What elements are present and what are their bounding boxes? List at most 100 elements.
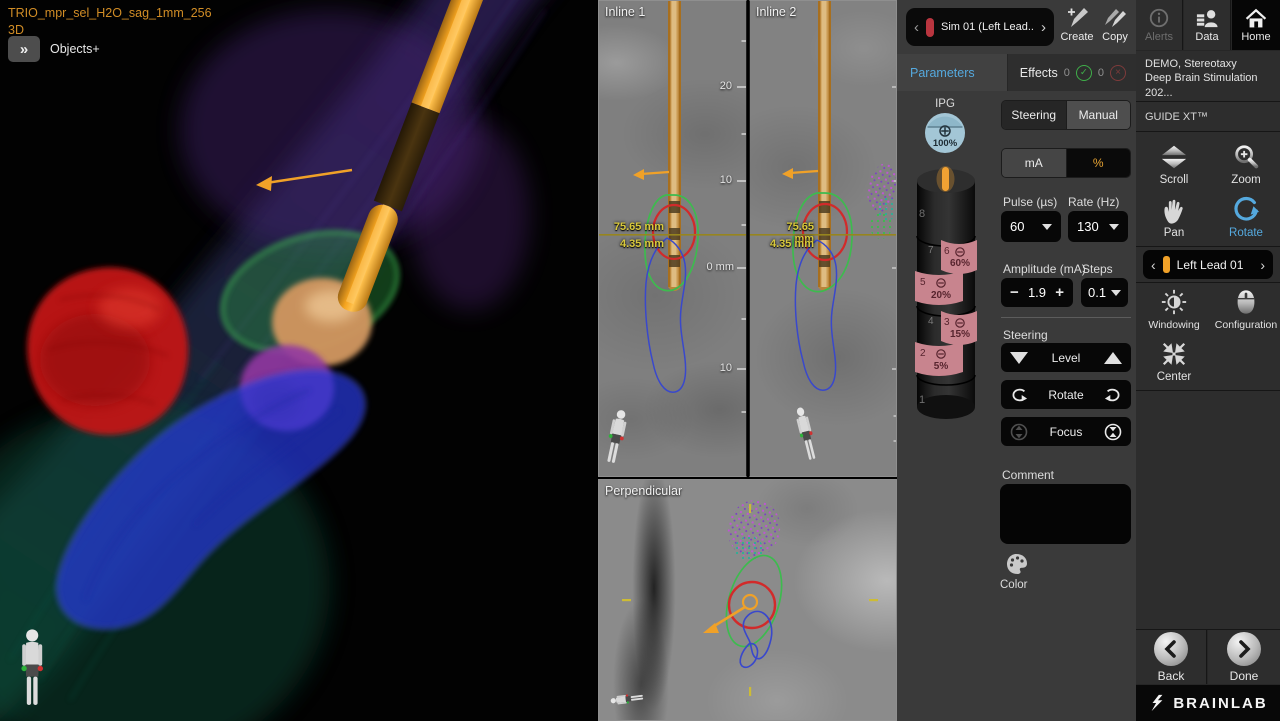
divider [1001,317,1131,318]
ipg-battery-icon[interactable]: 100% [923,111,967,155]
patient-name: DEMO, Stereotaxy [1145,57,1271,71]
done-button[interactable]: Done [1208,630,1280,684]
objects-expand-button[interactable]: » [8,36,40,62]
home-icon [1244,7,1268,29]
sim-next-icon[interactable]: › [1041,19,1046,36]
svg-text:7: 7 [928,245,934,256]
objects-label: Objects+ [50,42,100,56]
amplitude-decrease-button[interactable]: − [1010,284,1019,301]
tool-windowing[interactable]: Windowing [1138,288,1210,331]
color-palette-icon[interactable] [1005,553,1029,575]
rate-label: Rate (Hz) [1068,195,1119,209]
amplitude-increase-button[interactable]: + [1055,284,1064,301]
brainlab-flash-icon [1148,694,1166,712]
navigation-sidebar: Alerts Data Home [1136,0,1280,721]
vta-contour-red [729,582,775,628]
tool-pan[interactable]: Pan [1138,196,1210,239]
perpendicular-view[interactable]: Perpendicular [598,479,897,721]
svg-text:2: 2 [920,348,926,359]
lead-inline2 [818,1,831,291]
series-info: TRIO_mpr_sel_H2O_sag_1mm_256 3D [8,5,212,39]
ring-5[interactable]: 2 5% [915,342,963,376]
tool-rotate[interactable]: Rotate [1210,196,1280,239]
inline1-view[interactable]: Inline 1 75.65 mm 4.35 mm 20 10 0 mm 10 [598,0,747,477]
steering-section-label: Steering [1003,328,1048,342]
copy-pens-icon [1103,5,1127,29]
rotate-icon [1231,196,1261,224]
double-chevron-icon: » [20,41,28,58]
svg-text:3: 3 [944,317,950,328]
percent-unit-button[interactable]: % [1067,149,1131,177]
depth-measurement: 75.65 mm [611,221,664,233]
pan-hand-icon [1160,196,1188,224]
copy-button[interactable]: Copy [1095,5,1135,51]
contact-8: 8 [919,208,925,220]
tool-configuration[interactable]: Configuration [1210,288,1280,331]
rotate-ccw-icon[interactable] [1010,387,1028,403]
lead-pill-icon [1163,256,1170,273]
check-circle-icon: ✓ [1076,65,1092,81]
view-label-inline2: Inline 2 [756,5,796,19]
view-label-inline1: Inline 1 [605,5,645,19]
rotate-cw-icon[interactable] [1104,387,1122,403]
lead-next-icon[interactable]: › [1260,257,1265,273]
sim-prev-icon[interactable]: ‹ [914,19,919,36]
create-button[interactable]: Create [1057,5,1097,51]
patient-data-icon [1195,7,1219,29]
steering-level-control: Level [1001,343,1131,372]
simulation-selector[interactable]: ‹ Sim 01 (Left Lead... › [906,8,1054,46]
orientation-figure-inline1 [603,409,629,464]
center-ticks [622,504,878,696]
amplitude-stepper: − 1.9 + [1001,278,1073,307]
ruler-label-20: 20 [720,80,732,92]
ma-unit-button[interactable]: mA [1002,149,1067,177]
comment-input[interactable] [1000,484,1131,544]
level-up-button[interactable] [1104,352,1122,364]
alerts-button[interactable]: Alerts [1136,0,1182,50]
ruler-label-neg10: 10 [720,362,732,374]
tool-center[interactable]: Center [1138,340,1210,383]
tool-zoom[interactable]: Zoom [1210,143,1280,186]
red-structure [27,267,188,434]
chevron-down-icon [1042,224,1052,230]
lead-contacts-widget[interactable]: 8 7 6 60% 5 20% 4 3 [911,161,983,425]
series-name: TRIO_mpr_sel_H2O_sag_1mm_256 [8,5,212,22]
ring-20[interactable]: 5 20% [915,271,963,305]
level-down-button[interactable] [1010,352,1028,364]
focus-narrow-icon[interactable] [1104,423,1122,441]
lead-prev-icon[interactable]: ‹ [1151,257,1156,273]
rate-dropdown[interactable]: 130 [1068,211,1128,242]
lead-selector[interactable]: ‹ Left Lead 01 › [1143,250,1273,279]
svg-text:4: 4 [928,316,934,327]
ipg-label: IPG [919,98,971,110]
chevron-down-icon [1111,290,1121,296]
back-button[interactable]: Back [1136,630,1206,684]
unit-toggle: mA % [1001,148,1131,178]
data-button[interactable]: Data [1184,0,1230,50]
steering-mode-button[interactable]: Steering [1002,101,1067,129]
lead-marker [942,167,949,191]
brainlab-logo: BRAINLAB [1136,685,1280,721]
steering-rotate-control: Rotate [1001,380,1131,409]
chevron-down-icon [1109,224,1119,230]
color-label: Color [1000,579,1027,591]
structure-contour-blue [740,611,771,667]
tab-effects[interactable]: Effects 0 ✓ 0 × [1008,54,1136,91]
manual-mode-button[interactable]: Manual [1067,101,1131,129]
tab-parameters[interactable]: Parameters [897,54,1008,91]
pulse-dropdown[interactable]: 60 [1001,211,1061,242]
orientation-figure-perpendicular [610,692,643,705]
inline2-view[interactable]: Inline 2 75.65 mm 4.35 mm [749,0,897,477]
steering-focus-control: Focus [1001,417,1131,446]
home-button[interactable]: Home [1232,0,1280,50]
steering-arrow [633,169,669,180]
focus-spread-icon[interactable] [1010,423,1028,441]
svg-text:5%: 5% [934,361,949,372]
3d-view[interactable]: TRIO_mpr_sel_H2O_sag_1mm_256 3D » Object… [0,0,597,721]
mouse-icon [1232,288,1260,316]
tool-scroll[interactable]: Scroll [1138,143,1210,186]
steps-dropdown[interactable]: 0.1 [1081,278,1128,307]
svg-text:15%: 15% [950,329,970,340]
ruler-label-0mm: 0 mm [707,261,735,273]
amplitude-label: Amplitude (mA) [1003,262,1086,276]
